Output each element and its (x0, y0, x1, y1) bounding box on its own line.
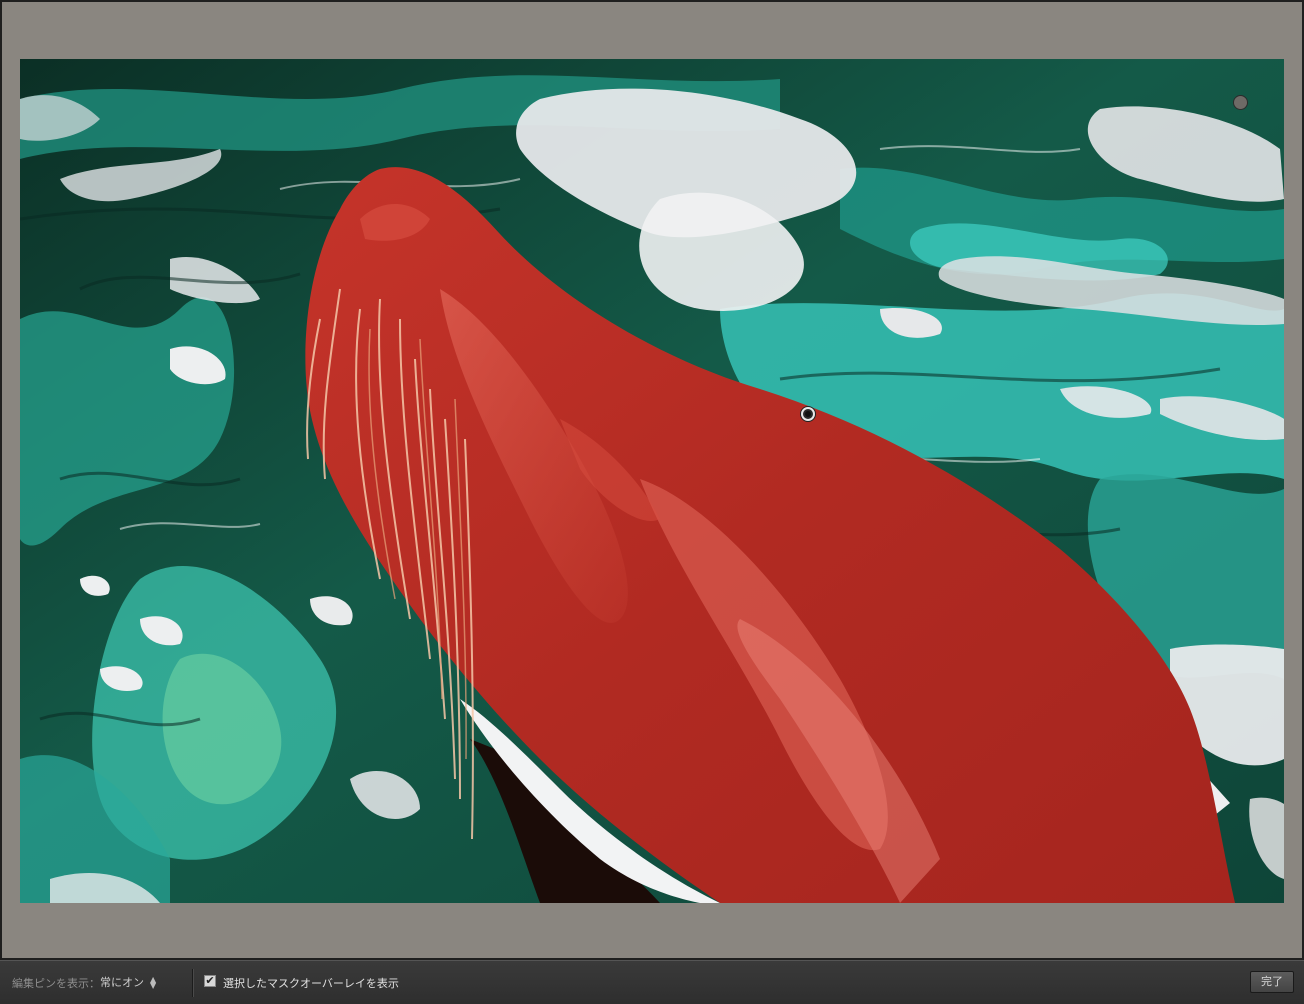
show-pins-select[interactable]: 常にオン ▲ ▼ (100, 974, 156, 990)
bottom-toolbar: 編集ピンを表示： 常にオン ▲ ▼ ✔ 選択したマスクオーバーレイを表示 完了 (0, 960, 1304, 1004)
edit-pin-active[interactable] (801, 407, 815, 421)
show-pins-label: 編集ピンを表示： (12, 977, 100, 990)
show-pins-value: 常にオン (100, 976, 144, 989)
mask-overlay-checkbox[interactable]: ✔ (204, 975, 216, 987)
mask-overlay-label[interactable]: 選択したマスクオーバーレイを表示 (223, 975, 399, 991)
toolbar-divider (192, 969, 194, 997)
done-button[interactable]: 完了 (1250, 971, 1294, 993)
canvas-area (2, 2, 1302, 958)
updown-arrows-icon: ▲ ▼ (150, 975, 157, 990)
mask-editor-window: 編集ピンを表示： 常にオン ▲ ▼ ✔ 選択したマスクオーバーレイを表示 完了 (0, 0, 1304, 1004)
photo-preview[interactable] (20, 59, 1284, 903)
photo-image (20, 59, 1284, 903)
edit-pin-inactive[interactable] (1233, 95, 1248, 110)
